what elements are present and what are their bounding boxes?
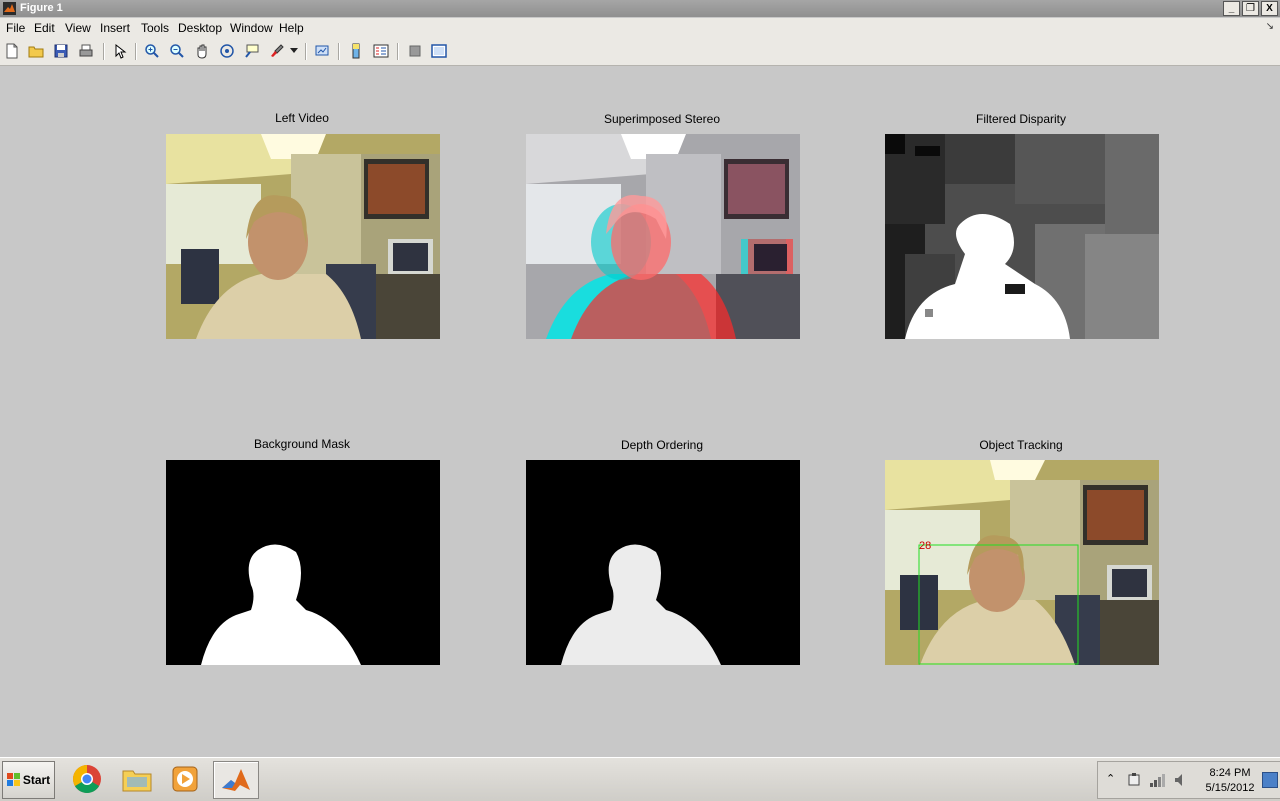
- insert-legend-icon[interactable]: [372, 42, 390, 60]
- panel-title-depth-ordering: Depth Ordering: [620, 438, 704, 452]
- pan-icon[interactable]: [193, 42, 211, 60]
- background-mask-image: [166, 460, 440, 665]
- object-tracking-image: 28: [885, 460, 1159, 665]
- system-tray: ⌃ 8:24 PM 5/15/2012: [1097, 761, 1280, 799]
- taskbar: Start ⌃ 8:24 PM 5/15/2012: [0, 757, 1280, 801]
- menu-bar: File Edit View Insert Tools Desktop Wind…: [0, 18, 1280, 38]
- start-button[interactable]: Start: [2, 761, 55, 799]
- save-figure-icon[interactable]: [52, 42, 70, 60]
- panel-title-filtered-disparity: Filtered Disparity: [975, 112, 1067, 126]
- chrome-icon[interactable]: [65, 761, 109, 797]
- new-figure-icon[interactable]: [3, 42, 21, 60]
- menu-file[interactable]: File: [6, 21, 25, 35]
- menu-help[interactable]: Help: [279, 21, 304, 35]
- media-player-icon[interactable]: [163, 761, 207, 797]
- brush-dropdown-icon[interactable]: [289, 42, 299, 60]
- filtered-disparity-image: [885, 134, 1159, 339]
- edit-plot-icon[interactable]: [111, 42, 129, 60]
- superimposed-stereo-image: [526, 134, 800, 339]
- depth-ordering-image: [526, 460, 800, 665]
- windows-explorer-icon[interactable]: [115, 761, 159, 797]
- network-device-icon[interactable]: [1126, 772, 1142, 788]
- matlab-logo-icon: [3, 2, 16, 15]
- zoom-out-icon[interactable]: [168, 42, 186, 60]
- maximize-button[interactable]: ❐: [1242, 1, 1259, 16]
- menu-insert[interactable]: Insert: [100, 21, 130, 35]
- brush-icon[interactable]: [268, 42, 286, 60]
- menu-desktop[interactable]: Desktop: [178, 21, 222, 35]
- window-title: Figure 1: [20, 2, 63, 14]
- rotate-3d-icon[interactable]: [218, 42, 236, 60]
- clock-date: 5/15/2012: [1205, 782, 1255, 794]
- clock[interactable]: 8:24 PM 5/15/2012: [1191, 766, 1269, 796]
- show-desktop-button[interactable]: [1262, 772, 1278, 788]
- panel-title-object-tracking: Object Tracking: [979, 438, 1063, 452]
- start-label: Start: [22, 773, 51, 787]
- open-file-icon[interactable]: [27, 42, 45, 60]
- figure-canvas: Left Video Superimposed Stereo Filtered …: [0, 66, 1280, 757]
- insert-colorbar-icon[interactable]: [347, 42, 365, 60]
- window-title-bar[interactable]: Figure 1 _ ❐ X: [0, 0, 1280, 17]
- left-video-image: [166, 134, 440, 339]
- show-hidden-icons-icon[interactable]: ⌃: [1106, 772, 1115, 785]
- minimize-button[interactable]: _: [1223, 1, 1240, 16]
- zoom-in-icon[interactable]: [143, 42, 161, 60]
- hide-plot-tools-icon[interactable]: [406, 42, 424, 60]
- windows-logo-icon: [6, 773, 20, 786]
- menu-edit[interactable]: Edit: [34, 21, 55, 35]
- volume-icon[interactable]: [1174, 772, 1188, 788]
- figure-toolbar: [0, 38, 1280, 66]
- close-button[interactable]: X: [1261, 1, 1278, 16]
- link-plot-icon[interactable]: [313, 42, 331, 60]
- panel-title-left-video: Left Video: [275, 111, 329, 125]
- menu-tools[interactable]: Tools: [141, 21, 169, 35]
- clock-time: 8:24 PM: [1209, 767, 1251, 779]
- show-plot-tools-icon[interactable]: [430, 42, 448, 60]
- menu-window[interactable]: Window: [230, 21, 273, 35]
- dock-figure-icon[interactable]: ↘: [1266, 21, 1274, 32]
- tracking-label: 28: [919, 540, 931, 552]
- panel-title-background-mask: Background Mask: [253, 437, 351, 451]
- print-figure-icon[interactable]: [77, 42, 95, 60]
- panel-title-superimposed-stereo: Superimposed Stereo: [603, 112, 721, 126]
- data-cursor-icon[interactable]: [243, 42, 261, 60]
- matlab-icon[interactable]: [213, 761, 259, 799]
- signal-icon[interactable]: [1149, 772, 1167, 788]
- menu-view[interactable]: View: [65, 21, 91, 35]
